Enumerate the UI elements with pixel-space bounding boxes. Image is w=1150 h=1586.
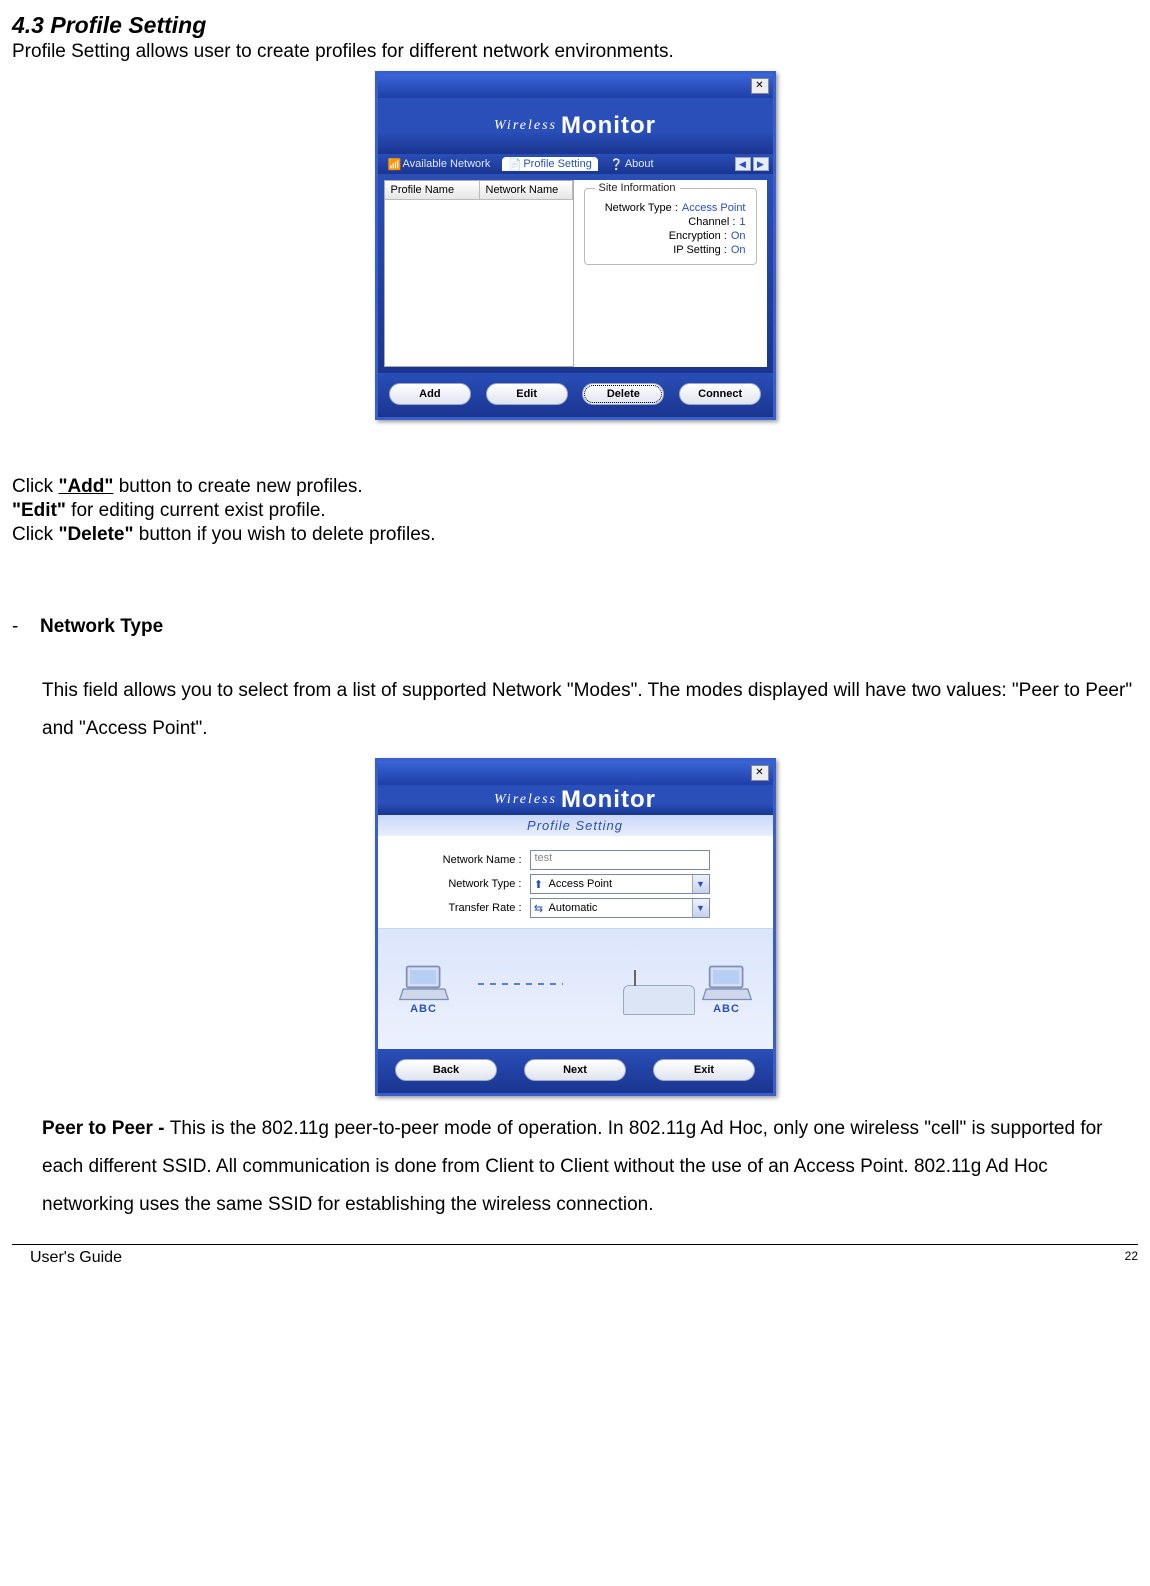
profile-list-header: Profile Name Network Name <box>385 181 573 200</box>
wizard-form: Network Name : test Network Type : ⬆ Acc… <box>378 836 773 928</box>
router-icon <box>623 985 695 1015</box>
text: button to create new profiles. <box>119 476 363 497</box>
text: Click <box>12 476 58 497</box>
add-button[interactable]: Add <box>389 383 471 405</box>
instr-edit: "Edit" for editing current exist profile… <box>12 500 1138 522</box>
titlebar: ✕ <box>378 74 773 98</box>
si-label: Network Type : <box>605 202 678 214</box>
network-type-heading: - Network Type <box>12 616 1138 638</box>
antenna-icon: ⬆ <box>531 878 547 891</box>
delete-keyword: "Delete" <box>58 524 133 545</box>
transfer-rate-combo[interactable]: ⇆ Automatic ▼ <box>530 898 710 918</box>
network-type-label: Network Type : <box>392 878 530 890</box>
close-icon[interactable]: ✕ <box>751 78 769 94</box>
illus-label-left: ABC <box>410 1003 437 1015</box>
si-value: Access Point <box>682 202 746 214</box>
si-label: IP Setting : <box>673 244 727 256</box>
si-value: On <box>731 230 746 242</box>
tab-about[interactable]: ❔ About <box>604 157 660 171</box>
next-button[interactable]: Next <box>524 1059 626 1081</box>
network-type-description: This field allows you to select from a l… <box>42 672 1138 748</box>
section-heading: 4.3 Profile Setting <box>12 12 1138 39</box>
dash-icon: - <box>12 616 22 638</box>
titlebar: ✕ <box>378 761 773 785</box>
network-name-label: Network Name : <box>392 854 530 866</box>
delete-button[interactable]: Delete <box>582 383 664 405</box>
peer-text: This is the 802.11g peer-to-peer mode of… <box>42 1118 1103 1215</box>
wizard-subtitle: Profile Setting <box>378 815 773 836</box>
help-icon: ❔ <box>610 158 622 170</box>
edit-button[interactable]: Edit <box>486 383 568 405</box>
intro-text: Profile Setting allows user to create pr… <box>12 41 1138 63</box>
rate-icon: ⇆ <box>531 902 547 915</box>
tab-strip: 📶 Available Network 📄 Profile Setting ❔ … <box>378 154 773 174</box>
button-row: Add Edit Delete Connect <box>378 373 773 417</box>
wizard-button-row: Back Next Exit <box>378 1049 773 1093</box>
chevron-down-icon[interactable]: ▼ <box>692 875 709 893</box>
footer-rule <box>12 1244 1138 1245</box>
network-type-value: Access Point <box>547 878 692 890</box>
instr-add: Click "Add" button to create new profile… <box>12 476 1138 498</box>
tab-about-label: About <box>625 158 654 170</box>
wireless-link-line <box>478 983 563 985</box>
app-title-empty <box>382 767 385 779</box>
tab-available-network[interactable]: 📶 Available Network <box>382 157 497 171</box>
laptop-left: ABC <box>398 963 450 1015</box>
app-title-empty <box>382 80 385 92</box>
laptop-icon <box>701 963 753 1003</box>
connect-button[interactable]: Connect <box>679 383 761 405</box>
tab-scroll-left-icon[interactable]: ◀ <box>735 157 751 171</box>
transfer-rate-value: Automatic <box>547 902 692 914</box>
wireless-monitor-window-wizard: ✕ Wireless Monitor Profile Setting Netwo… <box>375 758 776 1096</box>
illustration: ABC ABC <box>378 928 773 1049</box>
brand-bar: Wireless Monitor <box>378 98 773 154</box>
transfer-rate-label: Transfer Rate : <box>392 902 530 914</box>
network-type-combo[interactable]: ⬆ Access Point ▼ <box>530 874 710 894</box>
si-label: Channel : <box>688 216 735 228</box>
exit-button[interactable]: Exit <box>653 1059 755 1081</box>
signal-icon: 📶 <box>388 158 400 170</box>
brand-wireless: Wireless <box>494 792 557 808</box>
instr-delete: Click "Delete" button if you wish to del… <box>12 524 1138 546</box>
wireless-monitor-window-profiles: ✕ Wireless Monitor 📶 Available Network 📄… <box>375 71 776 420</box>
peer-label: Peer to Peer - <box>42 1118 170 1139</box>
chevron-down-icon[interactable]: ▼ <box>692 899 709 917</box>
site-information: Site Information Network Type : Access Po… <box>574 180 767 367</box>
page-number: 22 <box>1125 1249 1138 1267</box>
col-network-name: Network Name <box>480 181 573 199</box>
brand-monitor: Monitor <box>561 786 656 814</box>
si-label: Encryption : <box>669 230 727 242</box>
si-value: 1 <box>739 216 745 228</box>
edit-keyword: "Edit" <box>12 500 66 521</box>
text: Click <box>12 524 58 545</box>
text: button if you wish to delete profiles. <box>134 524 436 545</box>
tab-profile-label: Profile Setting <box>523 158 591 170</box>
illus-label-right: ABC <box>713 1003 740 1015</box>
network-type-label: Network Type <box>40 616 163 638</box>
tab-profile-setting[interactable]: 📄 Profile Setting <box>502 157 597 171</box>
laptop-right: ABC <box>701 963 753 1015</box>
brand-wireless: Wireless <box>494 118 557 134</box>
network-name-input[interactable]: test <box>530 850 710 870</box>
add-keyword: "Add" <box>58 476 113 497</box>
brand-bar: Wireless Monitor <box>378 785 773 815</box>
back-button[interactable]: Back <box>395 1059 497 1081</box>
tab-scroll-right-icon[interactable]: ▶ <box>753 157 769 171</box>
profile-icon: 📄 <box>508 158 520 170</box>
peer-to-peer-description: Peer to Peer - This is the 802.11g peer-… <box>42 1110 1138 1224</box>
col-profile-name: Profile Name <box>385 181 480 199</box>
footer-guide: User's Guide <box>30 1249 122 1267</box>
brand-monitor: Monitor <box>561 112 656 140</box>
si-value: On <box>731 244 746 256</box>
laptop-icon <box>398 963 450 1003</box>
site-info-legend: Site Information <box>595 182 680 194</box>
profile-list[interactable]: Profile Name Network Name <box>384 180 574 367</box>
close-icon[interactable]: ✕ <box>751 765 769 781</box>
tab-available-label: Available Network <box>403 158 491 170</box>
text: for editing current exist profile. <box>66 500 326 521</box>
